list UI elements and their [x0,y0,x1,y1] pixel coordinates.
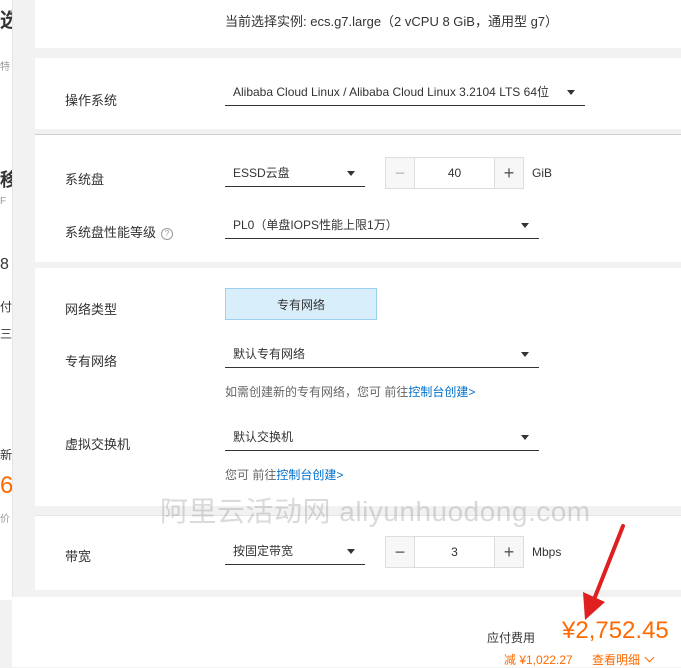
vpc-label: 专有网络 [65,354,118,369]
vpc-console-link[interactable]: 控制台创建> [408,385,475,399]
vpc-hint-text: 如需创建新的专有网络，您可 前往 [225,385,409,399]
bandwidth-label: 带宽 [65,549,92,564]
vswitch-console-link[interactable]: 控制台创建> [276,468,343,482]
left-fragment-5: 8 [0,256,9,273]
help-icon[interactable]: ? [161,228,174,240]
network-type-label: 网络类型 [65,302,118,317]
vpc-select[interactable]: 默认专有网络 [225,340,539,368]
view-details-text: 查看明细 [592,653,641,667]
left-fragment-6: 付 [0,300,12,314]
os-label: 操作系统 [65,93,118,108]
chevron-down-icon [521,435,529,440]
disk-perf-label: 系统盘性能等级? [65,222,174,241]
disk-perf-select[interactable]: PL0（单盘IOPS性能上限1万） [225,211,539,239]
left-fragment-9: 6 [0,472,12,499]
left-fragment-10: 价 [0,514,10,525]
bandwidth-type-select[interactable]: 按固定带宽 [225,537,365,565]
chevron-down-icon [521,352,529,357]
chevron-down-icon [347,171,355,176]
discount-amount: 减 ¥1,022.27 [504,653,573,667]
system-disk-panel: 系统盘 ESSD云盘 − 40 + GiB 系统盘性能等级? PL0（单盘IOP… [35,134,681,262]
disk-type-value: ESSD云盘 [233,166,290,180]
price-footer: 应付费用 ¥2,752.45 减 ¥1,022.27 查看明细 [12,597,681,667]
disk-type-select[interactable]: ESSD云盘 [225,159,365,187]
left-fragment-2: 特 [0,62,10,73]
bandwidth-input[interactable]: 3 [414,537,495,567]
system-disk-label: 系统盘 [65,172,105,187]
disk-size-decrease-button[interactable]: − [386,158,414,188]
vswitch-label: 虚拟交换机 [65,437,131,452]
current-instance-text: 当前选择实例: ecs.g7.large（2 vCPU 8 GiB，通用型 g7… [225,14,559,29]
os-panel: 操作系统 Alibaba Cloud Linux / Alibaba Cloud… [35,58,681,129]
instance-info-panel: 当前选择实例: ecs.g7.large（2 vCPU 8 GiB，通用型 g7… [35,0,681,48]
chevron-down-icon [644,652,655,663]
disk-size-stepper: − 40 + [385,157,524,189]
bandwidth-type-value: 按固定带宽 [233,544,294,558]
vpc-hint: 如需创建新的专有网络，您可 前往控制台创建> [225,383,475,400]
os-select[interactable]: Alibaba Cloud Linux / Alibaba Cloud Linu… [225,78,585,106]
left-fragment-8: 新 [0,448,12,462]
disk-perf-label-text: 系统盘性能等级 [65,225,157,240]
bandwidth-decrease-button[interactable]: − [386,537,414,567]
left-fragment-7: 三 [0,327,12,341]
fee-label: 应付费用 [487,631,536,645]
left-fragment-1: 选 [0,10,12,32]
vpc-select-value: 默认专有网络 [233,347,306,361]
disk-size-unit: GiB [532,166,553,180]
left-fragment-3: 移 [0,170,12,190]
network-type-vpc-button[interactable]: 专有网络 [225,288,377,320]
disk-size-increase-button[interactable]: + [495,158,523,188]
fee-amount: ¥2,752.45 [562,617,669,644]
left-fragment-4: F [0,196,7,207]
chevron-down-icon [521,223,529,228]
watermark-text: 阿里云活动网 aliyunhuodong.com [160,496,591,527]
view-details-link[interactable]: 查看明细 [592,651,655,668]
disk-perf-value: PL0（单盘IOPS性能上限1万） [233,218,398,232]
vswitch-select[interactable]: 默认交换机 [225,423,539,451]
vswitch-hint-text: 您可 前往 [225,468,277,482]
chevron-down-icon [347,549,355,554]
os-select-value: Alibaba Cloud Linux / Alibaba Cloud Linu… [233,85,549,99]
bandwidth-unit: Mbps [532,545,562,559]
chevron-down-icon [567,90,575,95]
disk-size-input[interactable]: 40 [414,158,495,188]
vswitch-select-value: 默认交换机 [233,430,294,444]
bandwidth-increase-button[interactable]: + [495,537,523,567]
vswitch-hint: 您可 前往控制台创建> [225,466,343,483]
network-panel: 网络类型 专有网络 专有网络 默认专有网络 如需创建新的专有网络，您可 前往控制… [35,268,681,506]
bandwidth-stepper: − 3 + [385,536,524,568]
